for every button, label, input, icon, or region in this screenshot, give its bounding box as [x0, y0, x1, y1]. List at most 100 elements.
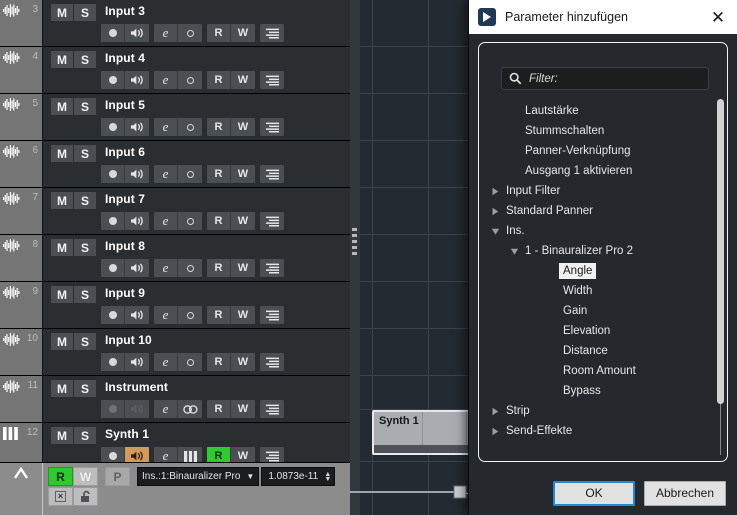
tree-item[interactable]: Gain — [481, 301, 727, 321]
write-automation-button[interactable]: W — [231, 400, 255, 418]
mute-button[interactable]: M — [51, 145, 74, 162]
tree-item[interactable]: Angle — [481, 261, 727, 281]
write-automation-button[interactable]: W — [231, 71, 255, 89]
edit-button[interactable]: e — [154, 71, 178, 89]
track-header-cell[interactable]: 9 — [0, 282, 43, 328]
write-automation-button[interactable]: W — [231, 353, 255, 371]
write-automation-button[interactable]: W — [231, 306, 255, 324]
track-menu-button[interactable] — [260, 259, 284, 277]
write-automation-button[interactable]: W — [231, 118, 255, 136]
edit-button[interactable]: e — [154, 306, 178, 324]
edit-button[interactable]: e — [154, 165, 178, 183]
track-menu-button[interactable] — [260, 118, 284, 136]
track-menu-button[interactable] — [260, 306, 284, 324]
mute-button[interactable]: M — [51, 427, 74, 444]
solo-button[interactable]: S — [74, 380, 97, 397]
track-row[interactable]: 5 M S Input 5 e RW — [0, 94, 350, 141]
record-arm-button[interactable] — [101, 259, 125, 277]
monitor-button[interactable] — [125, 118, 149, 136]
monitor-button[interactable] — [125, 259, 149, 277]
tree-item[interactable]: Width — [481, 281, 727, 301]
track-row[interactable]: 8 M S Input 8 e RW — [0, 235, 350, 282]
tree-item[interactable]: Distance — [481, 341, 727, 361]
mute-button[interactable]: M — [51, 192, 74, 209]
solo-button[interactable]: S — [74, 51, 97, 68]
track-name[interactable]: Instrument — [105, 380, 168, 394]
read-automation-button[interactable]: R — [207, 165, 231, 183]
track-name[interactable]: Input 4 — [105, 51, 145, 65]
track-name[interactable]: Input 3 — [105, 4, 145, 18]
solo-button[interactable]: S — [74, 145, 97, 162]
solo-button[interactable]: S — [74, 427, 97, 444]
solo-button[interactable]: S — [74, 333, 97, 350]
record-arm-button[interactable] — [101, 24, 125, 42]
record-arm-button[interactable] — [101, 212, 125, 230]
read-automation-button[interactable]: R — [207, 24, 231, 42]
tree-expander[interactable] — [489, 207, 502, 216]
mute-button[interactable]: M — [51, 98, 74, 115]
solo-button[interactable]: S — [74, 286, 97, 303]
track-header-cell[interactable]: 11 — [0, 376, 43, 422]
tree-item[interactable]: Ausgang 1 aktivieren — [481, 161, 727, 181]
search-input[interactable] — [529, 72, 701, 85]
track-header-cell[interactable]: 6 — [0, 141, 43, 187]
read-automation-button[interactable]: R — [207, 212, 231, 230]
track-header-cell[interactable]: 7 — [0, 188, 43, 234]
record-arm-button[interactable] — [101, 165, 125, 183]
mute-button[interactable]: M — [51, 286, 74, 303]
input-button[interactable] — [178, 353, 202, 371]
read-automation-button[interactable]: R — [207, 118, 231, 136]
track-menu-button[interactable] — [260, 353, 284, 371]
read-automation-button[interactable]: R — [207, 259, 231, 277]
mute-button[interactable]: M — [51, 239, 74, 256]
tree-item[interactable]: Room Amount — [481, 361, 727, 381]
tree-item[interactable]: 1 - Binauralizer Pro 2 — [481, 241, 727, 261]
automation-lock-button[interactable] — [73, 487, 98, 506]
read-automation-button[interactable]: R — [207, 306, 231, 324]
track-menu-button[interactable] — [260, 71, 284, 89]
write-automation-button[interactable]: W — [231, 259, 255, 277]
record-arm-button[interactable] — [101, 353, 125, 371]
automation-write-button[interactable]: W — [73, 467, 98, 486]
tree-expander[interactable] — [489, 427, 502, 436]
solo-button[interactable]: S — [74, 192, 97, 209]
track-name[interactable]: Input 5 — [105, 98, 145, 112]
monitor-button[interactable] — [125, 306, 149, 324]
mute-button[interactable]: M — [51, 380, 74, 397]
track-list[interactable]: 3 M S Input 3 e R W 4 M S Input 4 e R W 5 M S Input 5eRW6… — [0, 0, 350, 515]
tree-item[interactable]: Panner-Verknüpfung — [481, 141, 727, 161]
monitor-button[interactable] — [125, 24, 149, 42]
track-menu-button[interactable] — [260, 165, 284, 183]
track-row[interactable]: 10 M S Input 10 e R W — [0, 329, 350, 376]
input-button[interactable] — [178, 165, 202, 183]
track-name[interactable]: Input 6 — [105, 145, 145, 159]
track-header-cell[interactable]: 4 — [0, 47, 43, 93]
track-row[interactable]: 9 M S Input 9 e RW — [0, 282, 350, 329]
tree-expander[interactable] — [489, 227, 502, 236]
track-row[interactable]: 4 M S Input 4 e RW — [0, 47, 350, 94]
automation-value-field[interactable]: 1.0873e-11 ▲ ▼ — [261, 467, 336, 486]
tree-item[interactable]: Bypass — [481, 381, 727, 401]
mute-button[interactable]: M — [51, 4, 74, 21]
write-automation-button[interactable]: W — [231, 165, 255, 183]
solo-button[interactable]: S — [74, 239, 97, 256]
monitor-button[interactable] — [125, 165, 149, 183]
tree-item[interactable]: Ins. — [481, 221, 727, 241]
cancel-button[interactable]: Abbrechen — [644, 480, 726, 506]
input-button[interactable] — [178, 71, 202, 89]
automation-remove-button[interactable]: × — [48, 487, 73, 506]
track-name[interactable]: Input 8 — [105, 239, 145, 253]
track-row[interactable]: 3 M S Input 3 e RW — [0, 0, 350, 47]
automation-lane-gutter[interactable] — [0, 463, 43, 515]
tree-item[interactable]: Elevation — [481, 321, 727, 341]
splitter-grip-icon[interactable] — [352, 228, 357, 260]
track-menu-button[interactable] — [260, 24, 284, 42]
monitor-button[interactable] — [125, 212, 149, 230]
edit-button[interactable]: e — [154, 24, 178, 42]
dialog-title-bar[interactable]: Parameter hinzufügen ✕ — [469, 0, 737, 34]
track-menu-button[interactable] — [260, 400, 284, 418]
read-automation-button[interactable]: R — [207, 400, 231, 418]
mute-button[interactable]: M — [51, 51, 74, 68]
record-arm-button[interactable] — [101, 400, 125, 418]
record-arm-button[interactable] — [101, 306, 125, 324]
